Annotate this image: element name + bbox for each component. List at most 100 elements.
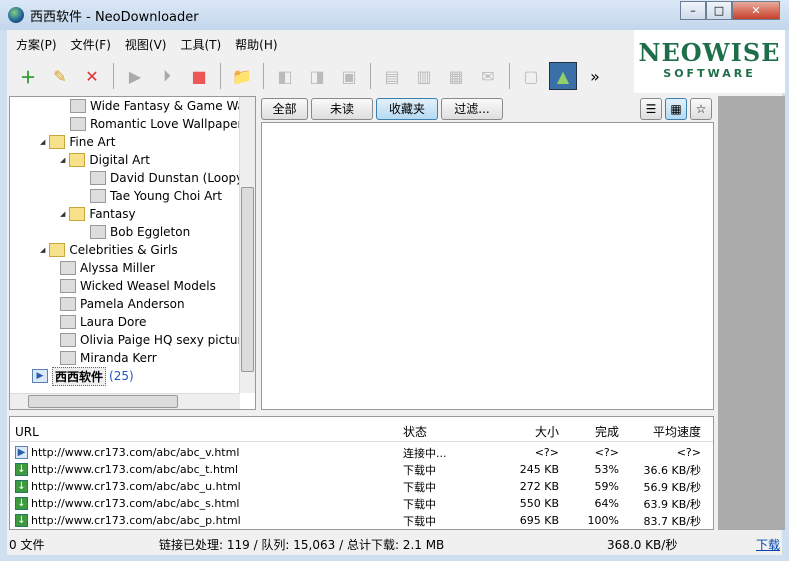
tree-item[interactable]: Alyssa Miller (60, 259, 155, 277)
url-text: http://www.cr173.com/abc/abc_u.html (31, 480, 241, 493)
download-row[interactable]: ↓ http://www.cr173.com/abc/abc_p.html 下载中 6… (10, 512, 713, 529)
cell-size: 695 KB (519, 514, 559, 527)
tree-horizontal-scrollbar[interactable] (10, 393, 240, 409)
header-url[interactable]: URL (10, 425, 395, 439)
status-links: 链接已处理: 119 / 队列: 15,063 / 总计下载: 2.1 MB (159, 538, 445, 552)
fullscreen-icon[interactable]: ▲ (549, 62, 577, 90)
menu-project[interactable]: 方案(P) (14, 34, 59, 54)
edit-icon[interactable]: ✎ (46, 62, 74, 90)
menu-view[interactable]: 视图(V) (123, 34, 169, 54)
header-status[interactable]: 状态 (395, 423, 485, 440)
tree-item-label: Fine Art (69, 135, 116, 149)
page-icon (60, 261, 76, 275)
more-toolbar-button[interactable]: » (581, 62, 609, 90)
tree-vertical-scrollbar[interactable] (239, 97, 255, 393)
header-size[interactable]: 大小 (485, 423, 565, 440)
download-row[interactable]: ↓ http://www.cr173.com/abc/abc_u.html 下载中 2… (10, 478, 713, 495)
expand-icon[interactable]: ◢ (60, 156, 65, 164)
expand-icon[interactable]: ◢ (40, 138, 45, 146)
download-row[interactable]: ↓ http://www.cr173.com/abc/abc_t.html 下载中 2… (10, 461, 713, 478)
cell-size: 245 KB (519, 463, 559, 476)
scroll-thumb[interactable] (241, 187, 254, 372)
cell-url: ↓ http://www.cr173.com/abc/abc_u.html (10, 480, 395, 493)
slideshow-icon[interactable]: ▣ (335, 62, 363, 90)
page-icon (70, 99, 86, 113)
cell-url: ↓ http://www.cr173.com/abc/abc_t.html (10, 463, 395, 476)
tab-filter[interactable]: 过滤... (441, 98, 503, 120)
start-icon[interactable]: ▶ (121, 62, 149, 90)
tab-favorites[interactable]: 收藏夹 (376, 98, 438, 120)
tree-item-project[interactable]: ▶ 西西软件 (25) (32, 366, 134, 386)
copy-image-icon[interactable]: ▦ (442, 62, 470, 90)
menu-file[interactable]: 文件(F) (69, 34, 113, 54)
maximize-button[interactable]: □ (706, 1, 732, 20)
next-image-icon[interactable]: ◨ (303, 62, 331, 90)
menu-tools[interactable]: 工具(T) (178, 34, 223, 54)
list-header: URL 状态 大小 完成 平均速度 (10, 422, 713, 442)
tree-item-label: Tae Young Choi Art (110, 189, 222, 203)
tree-item-label: Wide Fantasy & Game Wallp (90, 99, 256, 113)
list-view-icon[interactable]: ☰ (640, 98, 662, 120)
cell-speed: 83.7 KB/秒 (643, 514, 701, 528)
tree-item[interactable]: David Dunstan (Loopyda (90, 169, 255, 187)
minimize-button[interactable]: – (680, 1, 706, 20)
tree-item[interactable]: Pamela Anderson (60, 295, 185, 313)
project-tree: Wide Fantasy & Game Wallp Romantic Love W… (9, 96, 256, 410)
header-done[interactable]: 完成 (565, 423, 625, 440)
toolbar: ＋ ✎ ✕ ▶ ⏵ ■ 📁 ◧ ◨ ▣ ▤ ▥ ▦ ✉ ▢ ▲ » (14, 60, 609, 92)
mail-icon[interactable]: ✉ (474, 62, 502, 90)
tree-item-label: Digital Art (89, 153, 150, 167)
tree-item[interactable]: Miranda Kerr (60, 349, 157, 367)
thumbnail-view-icon[interactable]: ▦ (665, 98, 687, 120)
tree-item-label: Wicked Weasel Models (80, 279, 216, 293)
tree-item[interactable]: ◢ Fine Art (40, 133, 115, 151)
thumbnail-area (261, 122, 714, 410)
tab-unread[interactable]: 未读 (311, 98, 373, 120)
download-row[interactable]: ↓ http://www.cr173.com/abc/abc_s.html 下载中 5… (10, 495, 713, 512)
expand-icon[interactable]: ◢ (40, 246, 45, 254)
header-speed[interactable]: 平均速度 (625, 423, 707, 440)
download-row[interactable]: ▶ http://www.cr173.com/abc/abc_v.html 连接中.… (10, 444, 713, 461)
tree-item-label: Laura Dore (80, 315, 147, 329)
tree-item[interactable]: ◢ Digital Art (60, 151, 150, 169)
logo-line2: SOFTWARE (663, 67, 756, 80)
separator (263, 63, 264, 89)
url-text: http://www.cr173.com/abc/abc_t.html (31, 463, 239, 476)
expand-icon[interactable]: ◢ (60, 210, 65, 218)
add-icon[interactable]: ＋ (14, 62, 42, 90)
cell-done: 53% (594, 463, 619, 476)
menu-help[interactable]: 帮助(H) (233, 34, 279, 54)
tree-item[interactable]: Romantic Love Wallpapers (70, 115, 249, 133)
tab-all[interactable]: 全部 (261, 98, 308, 120)
cell-size: <?> (534, 446, 559, 459)
separator (220, 63, 221, 89)
tree-item[interactable]: Tae Young Choi Art (90, 187, 222, 205)
tree-item[interactable]: Bob Eggleton (90, 223, 190, 241)
open-folder-icon[interactable]: 📁 (228, 62, 256, 90)
tree-item[interactable]: Laura Dore (60, 313, 146, 331)
delete-image-icon[interactable]: ▥ (410, 62, 438, 90)
download-list: URL 状态 大小 完成 平均速度 ▶ http://www.cr173.com/… (9, 416, 714, 530)
separator (113, 63, 114, 89)
tree-item[interactable]: Olivia Paige HQ sexy picture (60, 331, 250, 349)
tree-item[interactable]: ◢ Celebrities & Girls (40, 241, 178, 259)
star-icon[interactable]: ☆ (690, 98, 712, 120)
image-icon[interactable]: ▤ (378, 62, 406, 90)
tree-item[interactable]: ◢ Fantasy (60, 205, 136, 223)
delete-icon[interactable]: ✕ (78, 62, 106, 90)
stop-icon[interactable]: ■ (185, 62, 213, 90)
tree-item[interactable]: Wide Fantasy & Game Wallp (70, 97, 256, 115)
scroll-thumb[interactable] (28, 395, 178, 408)
tree-item[interactable]: Wicked Weasel Models (60, 277, 216, 295)
close-button[interactable]: ✕ (732, 1, 780, 20)
resume-icon[interactable]: ⏵ (153, 62, 181, 90)
page-icon (90, 171, 106, 185)
folder-icon (69, 207, 86, 221)
status-download-link[interactable]: 下载 (756, 536, 780, 553)
download-icon: ↓ (15, 480, 28, 493)
previous-image-icon[interactable]: ◧ (271, 62, 299, 90)
status-bar: 0 文件 链接已处理: 119 / 队列: 15,063 / 总计下载: 2.1… (7, 532, 782, 554)
url-text: http://www.cr173.com/abc/abc_p.html (31, 514, 241, 527)
wallpaper-icon[interactable]: ▢ (517, 62, 545, 90)
preview-pane (718, 96, 785, 530)
